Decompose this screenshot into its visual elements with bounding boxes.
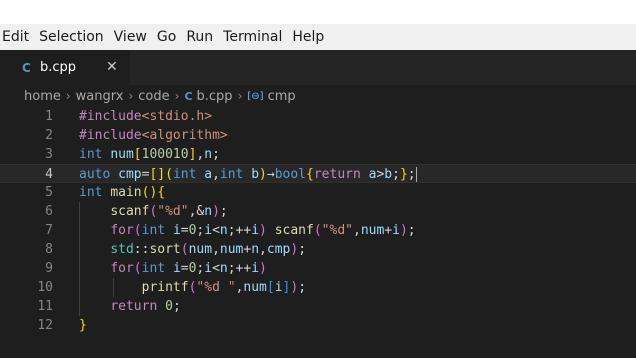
line-number: 11 [37,299,53,314]
menu-help[interactable]: Help [287,24,329,50]
menu-edit[interactable]: Edit [0,24,34,50]
line-number: 12 [37,318,53,333]
code-text: } [79,318,87,333]
code-text: printf("%d ",num[i]); [141,280,307,295]
tab-label: b.cpp [40,60,77,75]
close-icon[interactable]: ✕ [106,59,118,75]
code-line[interactable]: 9 for(int i=0;i<n;++i) [0,259,636,278]
code-text: for(int i=0;i<n;++i) [110,261,267,276]
code-text: auto cmp=[](int a,int b)→bool{return a>b… [79,167,417,182]
code-text: int num[100010],n; [79,147,220,162]
cpp-file-icon: C [184,89,193,103]
menu-view[interactable]: View [109,24,152,50]
line-number: 7 [45,223,53,238]
cpp-file-icon: C [22,60,31,75]
window-top-strip [0,0,636,24]
line-number: 10 [37,280,53,295]
editor-tab-bar: C b.cpp ✕ [0,50,636,85]
code-line[interactable]: 10 printf("%d ",num[i]); [0,278,636,297]
breadcrumb-file[interactable]: b.cpp [197,89,233,104]
code-editor[interactable]: 1 #include<stdio.h> 2 #include<algorithm> 3 i… [0,107,636,358]
code-line[interactable]: 8 std::sort(num,num+n,cmp); [0,240,636,259]
line-number: 8 [45,242,53,257]
chevron-right-icon: › [128,89,134,103]
code-line[interactable]: 7 for(int i=0;i<n;++i) scanf("%d",num+i)… [0,221,636,240]
code-text: int main(){ [79,185,166,200]
code-text: #include<algorithm> [79,128,228,143]
code-text: std::sort(num,num+n,cmp); [110,242,307,257]
code-text: scanf("%d",&n); [110,204,228,219]
chevron-right-icon: › [237,89,243,103]
menu-go[interactable]: Go [152,24,181,50]
code-line[interactable]: 5 int main(){ [0,183,636,202]
code-line[interactable]: 11 return 0; [0,297,636,316]
menu-selection[interactable]: Selection [34,24,109,50]
menu-run[interactable]: Run [181,24,218,50]
breadcrumb-symbol[interactable]: cmp [268,89,296,104]
code-text: #include<stdio.h> [79,109,213,124]
code-line[interactable]: 6 scanf("%d",&n); [0,202,636,221]
line-number: 9 [45,261,53,276]
line-number: 5 [45,185,53,200]
code-line[interactable]: 2 #include<algorithm> [0,126,636,145]
line-number: 4 [45,167,53,182]
text-cursor [415,167,417,182]
chevron-right-icon: › [65,89,71,103]
code-line[interactable]: 12} [0,316,636,335]
code-text: return 0; [110,299,181,314]
breadcrumb-code[interactable]: code [138,89,169,104]
line-number: 1 [45,109,53,124]
line-number: 3 [45,147,53,162]
code-line[interactable]: 4 auto cmp=[](int a,int b)→bool{return a>… [0,164,636,183]
breadcrumb: home › wangrx › code › C b.cpp › [⊖] cmp [0,85,636,107]
line-number: 6 [45,204,53,219]
symbol-variable-icon: [⊖] [247,90,264,102]
menu-bar: Edit Selection View Go Run Terminal Help [0,24,636,50]
code-line[interactable]: 1 #include<stdio.h> [0,107,636,126]
breadcrumb-home[interactable]: home [24,89,61,104]
chevron-right-icon: › [174,89,180,103]
code-text: for(int i=0;i<n;++i) scanf("%d",num+i); [110,223,416,238]
line-number: 2 [45,128,53,143]
code-line[interactable]: 3 int num[100010],n; [0,145,636,164]
breadcrumb-wangrx[interactable]: wangrx [76,89,124,104]
menu-terminal[interactable]: Terminal [218,24,287,50]
tab-b-cpp[interactable]: C b.cpp ✕ [0,50,130,85]
